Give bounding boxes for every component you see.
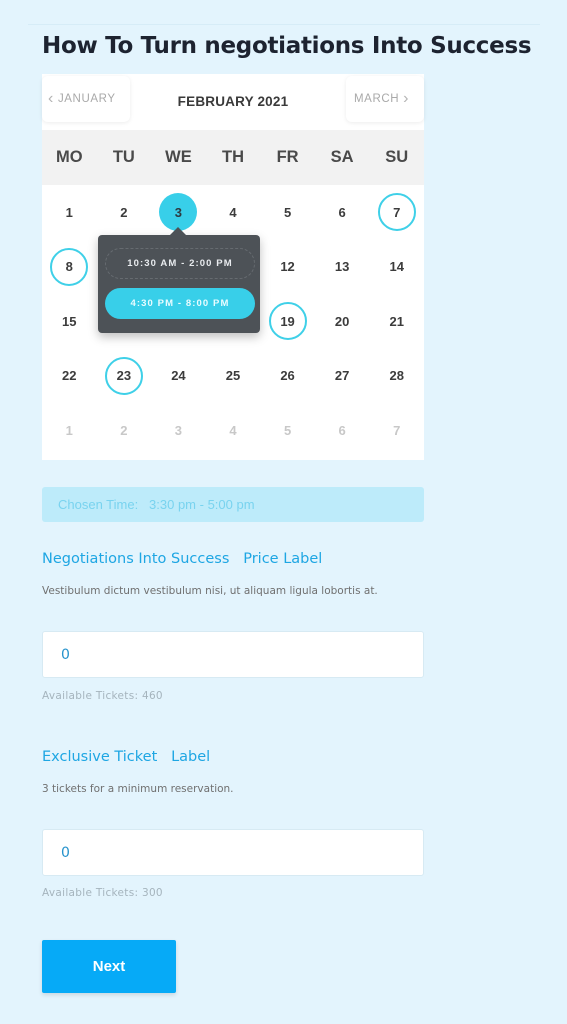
weekday-label: SA [330,148,354,166]
calendar-day[interactable]: 1 [42,185,97,240]
calendar-day-other-month: 2 [97,403,152,458]
calendar-header: ‹ JANUARY FEBRUARY 2021 MARCH › [42,74,424,130]
day-number: 27 [334,368,350,384]
time-slot-option-active[interactable]: 4:30 PM - 8:00 PM [105,288,255,319]
calendar-day[interactable]: 20 [315,294,370,349]
day-number: 24 [171,368,186,384]
day-number: 6 [338,422,346,438]
chosen-time-banner: Chosen Time: 3:30 pm - 5:00 pm [42,487,424,522]
available-tickets: Available Tickets: 460 [42,690,163,702]
available-tickets: Available Tickets: 300 [42,887,163,899]
day-number: 13 [334,259,350,275]
day-number: 4 [229,422,237,438]
calendar-day-other-month: 6 [315,403,370,458]
calendar-day-other-month: 7 [369,403,424,458]
weekday-label: FR [276,148,299,166]
day-number: 3 [174,422,183,438]
calendar-day[interactable]: 25 [206,349,261,404]
day-number: 5 [283,422,292,438]
day-number: 1 [65,204,73,220]
calendar-day-other-month: 4 [206,403,261,458]
ticket-quantity-input[interactable] [42,829,424,876]
calendar-day[interactable]: 2 [97,185,152,240]
weekday-label: MO [55,148,83,166]
calendar-day[interactable]: 26 [260,349,315,404]
day-number: 28 [389,368,404,384]
calendar-day-available[interactable]: 7 [369,185,424,240]
next-month-button[interactable]: MARCH › [346,76,424,122]
calendar-day[interactable]: 6 [315,185,370,240]
calendar-day-available[interactable]: 8 [42,240,97,295]
weekday-label: TH [221,148,244,166]
calendar-day[interactable]: 27 [315,349,370,404]
calendar-day[interactable]: 12 [260,240,315,295]
calendar-day-other-month: 5 [260,403,315,458]
time-slot-popover: 10:30 AM - 2:00 PM 4:30 PM - 8:00 PM [98,227,260,333]
day-number: 2 [120,422,128,438]
day-number: 26 [280,368,295,384]
day-number: 21 [389,313,404,329]
calendar-day-available[interactable]: 23 [97,349,152,404]
day-number: 4 [229,204,237,220]
calendar-day-other-month: 1 [42,403,97,458]
day-number: 2 [120,204,128,220]
day-number: 3 [159,193,198,232]
next-month-label: MARCH [354,93,400,105]
calendar-day[interactable]: 28 [369,349,424,404]
day-number: 5 [283,204,292,220]
time-slot-option[interactable]: 10:30 AM - 2:00 PM [105,248,255,279]
day-number: 23 [104,356,143,395]
ticket-description: 3 tickets for a minimum reservation. [42,783,234,795]
ticket-description: Vestibulum dictum vestibulum nisi, ut al… [42,585,378,597]
day-number: 20 [334,313,350,329]
next-button[interactable]: Next [42,940,176,993]
calendar-day[interactable]: 14 [369,240,424,295]
weekday-label: SU [385,148,409,166]
calendar-day[interactable]: 22 [42,349,97,404]
calendar-day-available[interactable]: 19 [260,294,315,349]
calendar-day[interactable]: 13 [315,240,370,295]
day-number: 7 [393,422,401,438]
calendar-day[interactable]: 24 [151,349,206,404]
day-number: 8 [50,247,89,286]
ticket-title: Exclusive Ticket Label [42,749,211,765]
calendar-day[interactable]: 21 [369,294,424,349]
day-number: 6 [338,204,346,220]
calendar-day[interactable]: 15 [42,294,97,349]
top-divider [28,24,540,25]
day-number: 14 [389,259,404,275]
day-number: 15 [62,313,77,329]
weekday-label: WE [165,148,192,166]
ticket-title: Negotiations Into Success Price Label [42,551,323,567]
weekday-header: MO TU WE TH FR SA SU [42,130,424,185]
day-number: 7 [377,193,416,232]
calendar-day[interactable]: 4 [206,185,261,240]
day-number: 25 [225,368,241,384]
weekday-label: TU [112,148,135,166]
chevron-right-icon: › [403,90,410,107]
day-number: 1 [65,422,73,438]
ticket-quantity-input[interactable] [42,631,424,678]
page-title: How To Turn negotiations Into Success [42,33,532,59]
day-number: 22 [62,368,77,384]
day-number: 12 [280,259,295,275]
day-number: 19 [268,302,307,341]
calendar-day-other-month: 3 [151,403,206,458]
calendar-day[interactable]: 5 [260,185,315,240]
calendar: ‹ JANUARY FEBRUARY 2021 MARCH › MO TU WE… [42,74,424,460]
